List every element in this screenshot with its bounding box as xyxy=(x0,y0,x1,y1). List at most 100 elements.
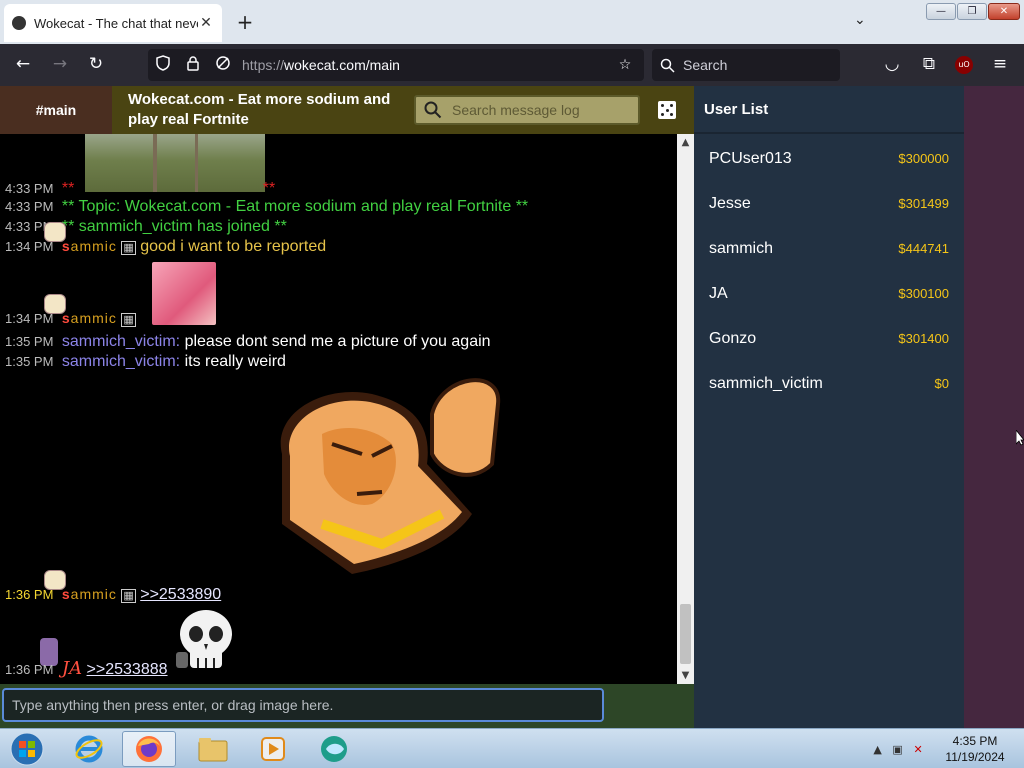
message-row: 4:33 PM ** Topic: Wokecat.com - Eat more… xyxy=(5,198,528,216)
shield-icon[interactable] xyxy=(148,55,178,75)
user-balance: $301499 xyxy=(898,196,949,211)
badge-icon: ▦ xyxy=(121,241,136,255)
message-row: 1:36 PM JA >>2533888 xyxy=(5,658,168,679)
window-maximize-button[interactable]: ❐ xyxy=(957,3,987,20)
input-area xyxy=(0,684,694,728)
user-list-panel: User List PCUser013 $300000 Jesse $301499 … xyxy=(694,86,964,728)
clock-date: 11/19/2024 xyxy=(945,750,1005,764)
url-text[interactable]: https://wokecat.com/main xyxy=(242,57,610,73)
scroll-up-arrow-icon[interactable]: ▲ xyxy=(677,134,694,151)
chat-log[interactable]: 4:33 PM ** ** 4:33 PM ** Topic: Wokecat.… xyxy=(0,134,677,684)
scroll-down-arrow-icon[interactable]: ▼ xyxy=(677,667,694,684)
mouse-cursor-icon xyxy=(1016,430,1024,446)
extensions-icon[interactable]: ⧉ xyxy=(918,54,940,74)
user-list-item[interactable]: sammich $444741 xyxy=(709,226,949,271)
nick-sammich-victim[interactable]: sammich_victim: xyxy=(62,333,180,350)
user-name: JA xyxy=(709,284,728,302)
search-placeholder: Search xyxy=(683,57,728,73)
chat-scrollbar[interactable]: ▲ ▼ xyxy=(677,134,694,684)
scroll-thumb[interactable] xyxy=(680,604,691,664)
nick-sammich[interactable]: sammic xyxy=(62,586,117,602)
timestamp: 1:36 PM xyxy=(5,662,54,677)
tab-list-chevron-icon[interactable]: ⌄ xyxy=(854,12,866,28)
lock-icon[interactable] xyxy=(178,55,208,75)
timestamp: 1:35 PM xyxy=(5,334,54,349)
anime-image[interactable] xyxy=(152,262,216,325)
user-balance: $444741 xyxy=(898,241,949,256)
tab-close-icon[interactable]: ✕ xyxy=(198,15,214,31)
new-tab-button[interactable]: + xyxy=(234,10,256,34)
internet-explorer-icon xyxy=(75,735,103,763)
user-name: sammich_victim xyxy=(709,374,823,392)
taskbar-explorer[interactable] xyxy=(186,731,240,767)
message-row: 1:35 PM sammich_victim: please dont send… xyxy=(5,333,491,351)
start-button[interactable] xyxy=(0,731,54,767)
search-log-input[interactable] xyxy=(452,102,632,118)
message-text: good i want to be reported xyxy=(140,238,327,255)
timestamp: 4:33 PM xyxy=(5,199,54,214)
nick-sammich[interactable]: sammic xyxy=(62,310,117,326)
join-message: ** sammich_victim has joined ** xyxy=(61,218,287,235)
skull-sticker-image[interactable] xyxy=(174,608,234,672)
forward-arrow-icon[interactable]: → xyxy=(49,54,71,74)
network-icon[interactable]: ▣ xyxy=(892,743,902,756)
nick-sammich[interactable]: sammic xyxy=(62,238,117,254)
message-text: ** xyxy=(262,180,276,197)
tracking-blocked-icon[interactable] xyxy=(208,55,238,75)
reply-link[interactable]: >>2533890 xyxy=(140,586,221,603)
user-list-item[interactable]: PCUser013 $300000 xyxy=(709,136,949,181)
user-list-item[interactable]: Jesse $301499 xyxy=(709,181,949,226)
ublock-origin-icon[interactable]: uO xyxy=(955,56,973,74)
user-list-item[interactable]: sammich_victim $0 xyxy=(709,361,949,406)
user-list-item[interactable]: JA $300100 xyxy=(709,271,949,316)
user-name: Gonzo xyxy=(709,329,757,347)
show-hidden-icons-icon[interactable]: ▲ xyxy=(873,743,881,756)
dice-icon[interactable] xyxy=(658,101,676,119)
browser-tab[interactable]: Wokecat - The chat that never ✕ xyxy=(4,4,222,42)
nick-ja[interactable]: JA xyxy=(62,658,82,679)
message-row: 1:35 PM sammich_victim: its really weird xyxy=(5,353,286,371)
user-balance: $300100 xyxy=(898,286,949,301)
message-input[interactable] xyxy=(2,688,604,722)
taskbar-media-player[interactable] xyxy=(246,731,300,767)
message-row: 1:34 PM sammic ▦ xyxy=(5,310,136,328)
user-name: PCUser013 xyxy=(709,149,792,167)
topic-title: Wokecat.com - Eat more sodium and play r… xyxy=(128,91,391,128)
url-bar[interactable]: https://wokecat.com/main ☆ xyxy=(148,49,644,81)
window-minimize-button[interactable]: — xyxy=(926,3,956,20)
pocket-icon[interactable]: ◡ xyxy=(881,54,903,74)
back-arrow-icon[interactable]: ← xyxy=(12,54,34,74)
topic-header: Wokecat.com - Eat more sodium and play r… xyxy=(112,86,694,134)
wokecat-favicon-icon xyxy=(12,16,26,30)
browser-search-box[interactable]: Search xyxy=(652,49,840,81)
badge-icon: ▦ xyxy=(121,313,136,327)
bookmark-star-icon[interactable]: ☆ xyxy=(610,57,640,73)
channel-tab[interactable]: #main xyxy=(0,86,112,134)
volume-muted-icon[interactable]: ✕ xyxy=(913,743,922,756)
windows-taskbar: ▲ ▣ ✕ 4:35 PM 11/19/2024 xyxy=(0,728,1024,768)
taskbar-ie[interactable] xyxy=(62,731,116,767)
timestamp: 1:36 PM xyxy=(5,587,54,602)
firefox-icon xyxy=(136,736,162,762)
taskbar-clock[interactable]: 4:35 PM 11/19/2024 xyxy=(936,733,1014,765)
user-list-item[interactable]: Gonzo $301400 xyxy=(709,316,949,361)
taskbar-firefox[interactable] xyxy=(122,731,176,767)
wokecat-app: #main Wokecat.com - Eat more sodium and … xyxy=(0,86,1024,728)
user-list-title: User List xyxy=(694,86,964,134)
message-log-search[interactable] xyxy=(414,95,640,125)
taskbar-app[interactable] xyxy=(308,731,362,767)
reply-link[interactable]: >>2533888 xyxy=(87,661,168,678)
reload-icon[interactable]: ↻ xyxy=(85,54,107,74)
message-text: its really weird xyxy=(184,353,286,370)
tab-title: Wokecat - The chat that never xyxy=(34,15,198,31)
hamburger-menu-icon[interactable]: ≡ xyxy=(989,54,1011,74)
clock-time: 4:35 PM xyxy=(952,734,998,748)
sandwich-sticker-image[interactable] xyxy=(262,374,502,574)
right-margin xyxy=(964,86,1024,728)
user-balance: $300000 xyxy=(898,151,949,166)
nick-sammich-victim[interactable]: sammich_victim: xyxy=(62,353,180,370)
system-tray[interactable]: ▲ ▣ ✕ xyxy=(868,737,928,761)
timestamp: 1:35 PM xyxy=(5,354,54,369)
window-close-button[interactable]: ✕ xyxy=(988,3,1020,20)
message-row: 4:33 PM ** ** xyxy=(5,180,275,198)
